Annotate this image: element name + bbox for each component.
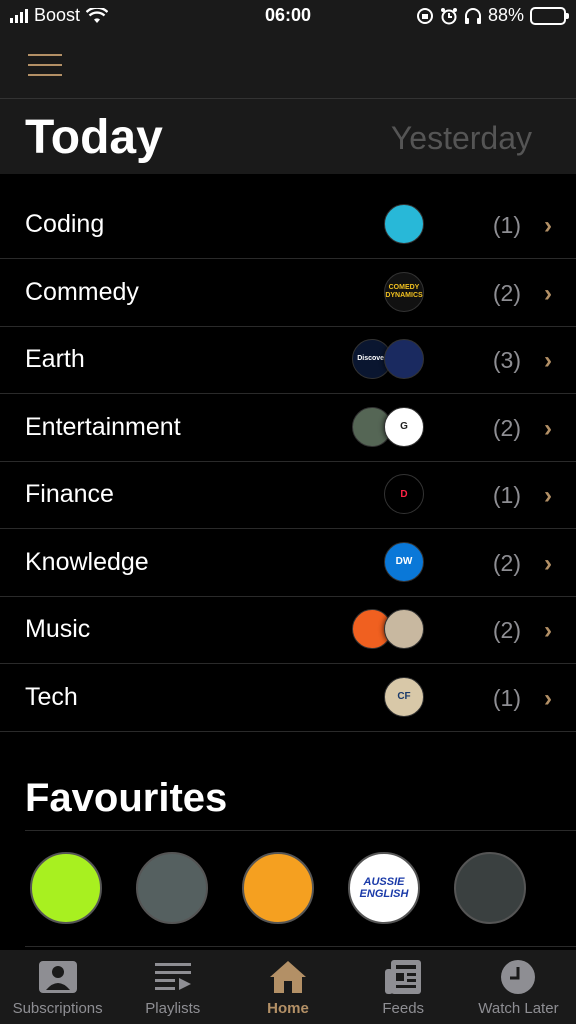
category-count: (1) (492, 482, 521, 508)
category-row-earth[interactable]: Earth Discover (3) › (0, 327, 576, 394)
chevron-right-icon: › (544, 617, 552, 644)
tab-yesterday[interactable]: Yesterday (391, 120, 532, 157)
category-count: (1) (492, 212, 521, 238)
category-count: (1) (492, 684, 521, 711)
favourite-channel-avatar[interactable] (136, 852, 208, 924)
favourites-title: Favourites (25, 776, 228, 820)
status-bar: Boost 06:00 88% (0, 0, 576, 32)
tab-label: Feeds (382, 1000, 425, 1017)
tab-label: Watch Later (478, 1000, 559, 1017)
chevron-right-icon: › (544, 414, 552, 442)
category-label: Tech (25, 682, 78, 711)
category-label: Knowledge (25, 547, 149, 576)
header-divider (0, 98, 576, 99)
category-count: (3) (492, 347, 521, 373)
tab-label: Home (267, 1000, 309, 1017)
category-count: (2) (492, 617, 521, 643)
category-label: Commedy (25, 277, 139, 306)
channel-avatars: G (352, 406, 424, 449)
channel-avatars: D (384, 474, 424, 516)
chevron-right-icon: › (544, 549, 552, 577)
favourite-channel-avatar[interactable]: AUSSIE ENGLISH (348, 852, 420, 924)
channel-avatar: D (384, 474, 424, 514)
channel-avatars (384, 204, 424, 246)
category-row-entertainment[interactable]: Entertainment G (2) › (0, 395, 576, 462)
category-label: Earth (25, 345, 85, 373)
channel-avatars: DW (384, 541, 424, 584)
category-row-finance[interactable]: Finance D (1) › (0, 462, 576, 529)
category-count: (2) (492, 279, 521, 306)
favourite-channel-avatar[interactable] (30, 852, 102, 924)
chevron-right-icon: › (544, 684, 552, 712)
header: Today Yesterday (0, 32, 576, 174)
tab-watch-later[interactable]: Watch Later (461, 950, 576, 1024)
category-label: Coding (25, 210, 105, 238)
category-count: (2) (492, 414, 521, 441)
alarm-icon (440, 7, 457, 24)
channel-avatar: COMEDY DYNAMICS (384, 271, 424, 312)
clock-icon (498, 958, 538, 996)
favourite-channel-avatar[interactable] (454, 852, 526, 924)
favourite-channel-avatar[interactable] (242, 852, 314, 924)
chevron-right-icon: › (544, 212, 552, 239)
category-row-knowledge[interactable]: Knowledge DW (2) › (0, 530, 576, 597)
channel-avatar (384, 609, 424, 649)
tab-feeds[interactable]: Feeds (346, 950, 461, 1024)
screen-rotation-lock-icon (416, 7, 433, 24)
tab-label: Playlists (145, 1000, 201, 1017)
home-icon (268, 958, 308, 996)
channel-avatar: DW (384, 541, 424, 582)
category-row-coding[interactable]: Coding (1) › (0, 192, 576, 259)
favourites-row: AUSSIE ENGLISH (30, 852, 526, 924)
tab-bar: Subscriptions Playlists Home Feeds Watch Lat… (0, 950, 576, 1024)
category-row-music[interactable]: Music (2) › (0, 597, 576, 664)
category-label: Music (25, 615, 91, 643)
newspaper-icon (383, 958, 423, 996)
headphones-icon (464, 7, 481, 24)
channel-avatar: G (384, 406, 424, 447)
channel-avatar: CF (384, 676, 424, 717)
category-row-commedy[interactable]: Commedy COMEDY DYNAMICS (2) › (0, 260, 576, 327)
category-row-tech[interactable]: Tech CF (1) › (0, 665, 576, 732)
tab-home[interactable]: Home (230, 950, 345, 1024)
channel-avatars: CF (384, 676, 424, 719)
person-square-icon (38, 958, 78, 996)
category-label: Finance (25, 480, 114, 508)
favourites-bottom-divider (25, 946, 576, 947)
battery-icon (530, 6, 569, 25)
channel-avatars: COMEDY DYNAMICS (384, 271, 424, 314)
category-label: Entertainment (25, 412, 181, 441)
tab-subscriptions[interactable]: Subscriptions (0, 950, 115, 1024)
channel-avatar (384, 339, 424, 379)
chevron-right-icon: › (544, 279, 552, 307)
favourites-divider (25, 830, 576, 831)
channel-avatars (352, 609, 424, 651)
battery-percent: 88% (487, 5, 524, 25)
hamburger-icon[interactable] (28, 54, 62, 76)
chevron-right-icon: › (544, 482, 552, 509)
tab-today[interactable]: Today (25, 110, 163, 165)
tab-playlists[interactable]: Playlists (115, 950, 230, 1024)
playlist-icon (153, 958, 193, 996)
channel-avatar (384, 204, 424, 244)
category-count: (2) (492, 549, 521, 576)
chevron-right-icon: › (544, 347, 552, 374)
tab-label: Subscriptions (12, 1000, 103, 1017)
channel-avatars: Discover (352, 339, 424, 381)
